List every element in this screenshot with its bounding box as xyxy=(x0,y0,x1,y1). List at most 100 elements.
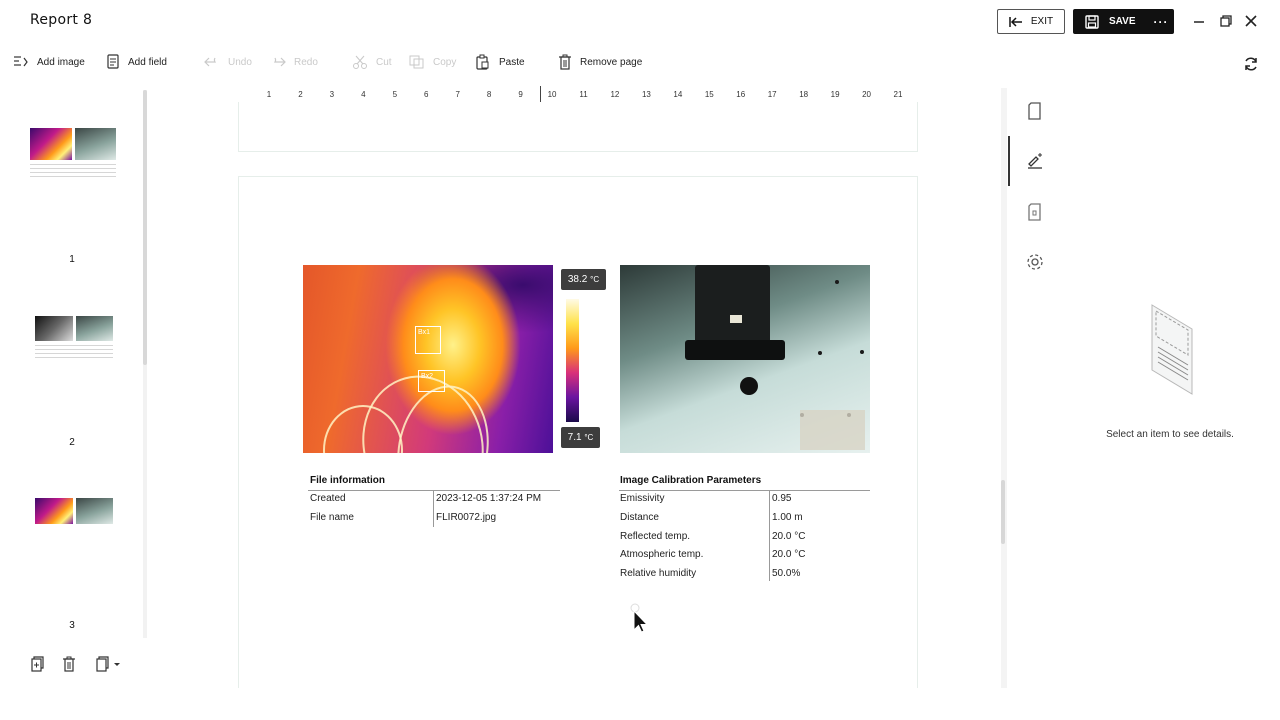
scale-max-temp: 38.2 °C xyxy=(561,269,606,290)
add-field-icon xyxy=(107,54,119,69)
ruler-tick: 13 xyxy=(641,90,651,99)
report-title: Report 8 xyxy=(30,12,93,28)
add-image-icon xyxy=(14,56,28,67)
cut-button[interactable]: Cut xyxy=(352,53,392,71)
mouse-cursor-icon xyxy=(630,603,652,633)
close-icon[interactable] xyxy=(1242,12,1260,30)
calibration-label: Emissivity xyxy=(620,493,665,504)
save-button[interactable]: SAVE ··· xyxy=(1073,9,1174,34)
scale-min-temp: 7.1 °C xyxy=(561,427,600,448)
duplicate-page-button[interactable] xyxy=(29,656,47,674)
add-page-dropdown[interactable] xyxy=(95,656,123,674)
calibration-label: Relative humidity xyxy=(620,568,697,579)
measurement-box-2[interactable]: Bx2 xyxy=(418,370,445,392)
add-image-button[interactable]: Add image xyxy=(13,53,85,71)
ruler-tick: 6 xyxy=(424,90,429,99)
paste-label: Paste xyxy=(499,56,525,68)
calibration-label: Atmospheric temp. xyxy=(620,549,704,560)
exit-label: EXIT xyxy=(1030,16,1054,27)
ruler-tick: 2 xyxy=(298,90,303,99)
editor-scroll-thumb[interactable] xyxy=(1001,480,1005,544)
save-label: SAVE xyxy=(1109,16,1136,27)
undo-label: Undo xyxy=(228,56,252,68)
edit-item-icon[interactable] xyxy=(1025,151,1045,171)
page-number-1: 1 xyxy=(69,254,75,265)
editor-scrollbar[interactable] xyxy=(1001,88,1007,688)
file-info-divider xyxy=(433,491,434,527)
restore-icon[interactable] xyxy=(1217,12,1235,30)
previous-page xyxy=(238,102,918,152)
measurement-box-label: Bx1 xyxy=(418,329,431,336)
settings-gear-icon[interactable] xyxy=(1025,252,1045,272)
calibration-value: 20.0 °C xyxy=(772,549,806,560)
ruler: 1 2 3 4 5 6 7 8 9 10 11 12 13 14 15 16 17 18 19 20 21 xyxy=(238,88,918,102)
ruler-tick: 10 xyxy=(547,90,557,99)
trash-icon xyxy=(559,54,571,70)
cut-label: Cut xyxy=(376,56,392,68)
file-info-title: File information xyxy=(310,475,385,486)
more-options-button[interactable]: ··· xyxy=(1154,15,1169,29)
duplicate-page-icon xyxy=(31,656,44,672)
empty-details-illustration xyxy=(1148,303,1194,396)
page-thumbnail-2[interactable] xyxy=(35,316,113,361)
paste-button[interactable]: Paste xyxy=(475,53,525,71)
redo-label: Redo xyxy=(294,56,318,68)
calibration-label: Distance xyxy=(620,512,659,523)
trash-icon xyxy=(63,656,75,672)
cut-icon xyxy=(353,55,367,69)
add-field-button[interactable]: Add field xyxy=(106,53,167,71)
undo-button[interactable]: Undo xyxy=(204,53,252,71)
calibration-value: 50.0% xyxy=(772,568,801,579)
ruler-tick: 17 xyxy=(767,90,777,99)
ruler-tick: 1 xyxy=(266,90,272,99)
template-icon[interactable] xyxy=(1025,202,1045,222)
ruler-tick: 15 xyxy=(704,90,714,99)
ruler-tick: 7 xyxy=(455,90,460,99)
ruler-tick: 18 xyxy=(799,90,809,99)
visual-image[interactable] xyxy=(620,265,870,453)
temperature-scale-bar xyxy=(566,299,579,422)
thumbnails-scroll-thumb[interactable] xyxy=(143,90,147,365)
ruler-tick: 21 xyxy=(893,90,903,99)
page-thumbnail-1[interactable] xyxy=(30,128,116,180)
ruler-tick: 4 xyxy=(361,90,366,99)
copy-label: Copy xyxy=(433,56,457,68)
ruler-tick: 3 xyxy=(329,90,335,99)
undo-icon xyxy=(204,57,217,67)
ruler-tick: 16 xyxy=(736,90,746,99)
ruler-tick: 19 xyxy=(830,90,840,99)
file-info-rule xyxy=(308,490,560,491)
page-number-3: 3 xyxy=(69,620,75,631)
ruler-tick: 9 xyxy=(518,90,523,99)
ruler-tick: 8 xyxy=(486,90,492,99)
calibration-label: Reflected temp. xyxy=(620,531,691,542)
redo-icon xyxy=(273,57,286,67)
details-empty-text: Select an item to see details. xyxy=(1106,429,1234,440)
calibration-value: 20.0 °C xyxy=(772,531,806,542)
exit-button[interactable]: EXIT xyxy=(997,9,1065,34)
copy-button[interactable]: Copy xyxy=(409,53,456,71)
calibration-value: 1.00 m xyxy=(772,512,803,523)
refresh-icon[interactable] xyxy=(1243,56,1259,72)
ruler-tick: 12 xyxy=(610,90,620,99)
calibration-title: Image Calibration Parameters xyxy=(620,475,762,486)
delete-page-button[interactable] xyxy=(61,656,79,674)
exit-icon xyxy=(1009,16,1022,27)
measurement-box-label: Bx2 xyxy=(421,373,434,380)
add-field-label: Add field xyxy=(128,56,167,68)
ruler-tick: 20 xyxy=(862,90,871,99)
file-info-label: File name xyxy=(310,512,354,523)
add-page-icon xyxy=(96,656,120,672)
page-thumbnail-3[interactable] xyxy=(35,498,113,524)
copy-icon xyxy=(409,55,424,69)
redo-button[interactable]: Redo xyxy=(270,53,318,71)
thermal-image[interactable]: Bx1 Bx2 xyxy=(303,265,553,453)
calibration-value: 0.95 xyxy=(772,493,792,504)
file-info-label: Created xyxy=(310,493,346,504)
measurement-box-1[interactable]: Bx1 xyxy=(415,326,441,354)
calibration-rule xyxy=(619,490,870,491)
remove-page-button[interactable]: Remove page xyxy=(558,53,642,71)
remove-page-label: Remove page xyxy=(580,56,643,68)
minimize-icon[interactable] xyxy=(1190,12,1208,30)
page-properties-icon[interactable] xyxy=(1025,101,1045,121)
